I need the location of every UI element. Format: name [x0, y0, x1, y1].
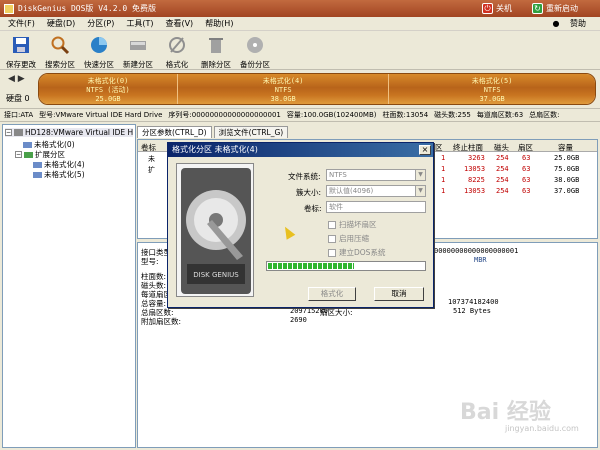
format-button[interactable]: 格式化: [308, 287, 356, 301]
window-title: DiskGenius DOS版 V4.2.0 免费版: [18, 4, 156, 13]
menu-disk[interactable]: 硬盘(D): [47, 18, 75, 29]
watermark-url: jingyan.baidu.com: [505, 424, 579, 433]
partition-icon: [33, 171, 42, 178]
partition-icon: [23, 141, 32, 148]
save-icon: [13, 37, 29, 53]
toolbar: 保存更改 搜索分区 快速分区 新建分区 格式化 删除分区 备份分区: [0, 32, 600, 70]
hdd-brand-text: DISK GENIUS: [193, 271, 239, 279]
disk-info-bar: 接口:ATA 型号:VMware Virtual IDE Hard Drive …: [0, 108, 600, 122]
watermark: Bai 经验: [460, 400, 551, 425]
collapse-icon[interactable]: −: [15, 151, 22, 158]
format-button[interactable]: 格式化: [159, 32, 195, 70]
quick-partition-icon: [91, 37, 107, 53]
format-progress-bar: [266, 261, 426, 271]
menu-partition[interactable]: 分区(P): [87, 18, 114, 29]
backup-icon: [247, 37, 263, 53]
dialog-close-button[interactable]: ×: [419, 145, 431, 155]
save-changes-button[interactable]: 保存更改: [3, 32, 39, 70]
filesystem-select[interactable]: NTFS ▼: [326, 169, 426, 181]
cluster-size-select[interactable]: 默认值(4096) ▼: [326, 185, 426, 197]
dialog-title: 格式化分区 未格式化(4): [168, 143, 433, 157]
extended-partition-icon: [24, 151, 33, 158]
format-icon: [169, 37, 185, 53]
power-icon: ⏻: [482, 3, 493, 14]
partition-bar: 未格式化(0) NTFS (活动) 25.0GB 未格式化(4) NTFS 38…: [38, 73, 596, 105]
disk-nav-arrows[interactable]: ◀ ▶: [8, 74, 25, 84]
create-dos-checkbox[interactable]: 建立DOS系统: [328, 247, 385, 258]
search-icon: [51, 36, 70, 55]
enable-compression-checkbox[interactable]: 启用压缩: [328, 233, 369, 244]
new-partition-button[interactable]: 新建分区: [120, 32, 156, 70]
disk-tree: − HD128:VMware Virtual IDE H 未格式化(0) − 扩…: [2, 124, 136, 448]
tree-partition-5[interactable]: 未格式化(5): [33, 169, 85, 180]
partition-block-0[interactable]: 未格式化(0) NTFS (活动) 25.0GB: [39, 74, 178, 104]
menu-help[interactable]: 帮助(H): [205, 18, 233, 29]
disk-map: ◀ ▶ 硬盘 0 未格式化(0) NTFS (活动) 25.0GB 未格式化(4…: [0, 71, 600, 107]
shutdown-button[interactable]: ⏻ 关机: [482, 2, 512, 15]
menu-tools[interactable]: 工具(T): [126, 18, 153, 29]
chevron-down-icon: ▼: [415, 170, 425, 180]
title-bar: DiskGenius DOS版 V4.2.0 免费版 ⏻ 关机 ↻ 重新启动: [0, 0, 600, 17]
prev-disk-icon[interactable]: ◀: [8, 74, 15, 84]
next-disk-icon[interactable]: ▶: [18, 74, 25, 84]
hard-disk-icon: [14, 129, 23, 136]
collapse-icon[interactable]: −: [5, 129, 12, 136]
tab-partition-params[interactable]: 分区参数(CTRL_D): [137, 126, 212, 138]
backup-partition-button[interactable]: 备份分区: [237, 32, 273, 70]
search-partition-button[interactable]: 搜索分区: [42, 32, 78, 70]
partition-block-4[interactable]: 未格式化(4) NTFS 38.0GB: [178, 74, 390, 104]
menu-file[interactable]: 文件(F): [8, 18, 35, 29]
cancel-button[interactable]: 取消: [374, 287, 424, 301]
quick-partition-button[interactable]: 快速分区: [81, 32, 117, 70]
delete-partition-button[interactable]: 删除分区: [198, 32, 234, 70]
hard-disk-illustration: DISK GENIUS: [176, 163, 254, 297]
menu-bar: 文件(F) 硬盘(D) 分区(P) 工具(T) 查看(V) 帮助(H) ● 赞助: [0, 17, 600, 31]
tree-disk[interactable]: − HD128:VMware Virtual IDE H: [5, 128, 134, 137]
menu-view[interactable]: 查看(V): [165, 18, 193, 29]
partition-block-5[interactable]: 未格式化(5) NTFS 37.0GB: [389, 74, 595, 104]
app-icon: [4, 3, 14, 14]
progress-fill: [268, 263, 354, 269]
restart-icon: ↻: [532, 3, 543, 14]
chevron-down-icon: ▼: [415, 186, 425, 196]
new-partition-icon: [130, 41, 146, 50]
hard-disk-icon: DISK GENIUS: [177, 164, 253, 296]
tab-browse-files[interactable]: 浏览文件(CTRL_G): [213, 126, 289, 138]
format-dialog: 格式化分区 未格式化(4) × DISK GENIUS 文件系统: NTFS ▼…: [167, 142, 434, 308]
tab-strip: 分区参数(CTRL_D) 浏览文件(CTRL_G): [137, 126, 290, 138]
scan-bad-sectors-checkbox[interactable]: 扫描坏扇区: [328, 219, 377, 230]
disk-label: 硬盘 0: [6, 94, 30, 103]
volume-label-input[interactable]: 软件: [326, 201, 426, 213]
donate-link[interactable]: ● 赞助: [552, 18, 590, 29]
delete-icon: [209, 38, 223, 53]
partition-icon: [33, 161, 42, 168]
restart-button[interactable]: ↻ 重新启动: [532, 2, 578, 15]
